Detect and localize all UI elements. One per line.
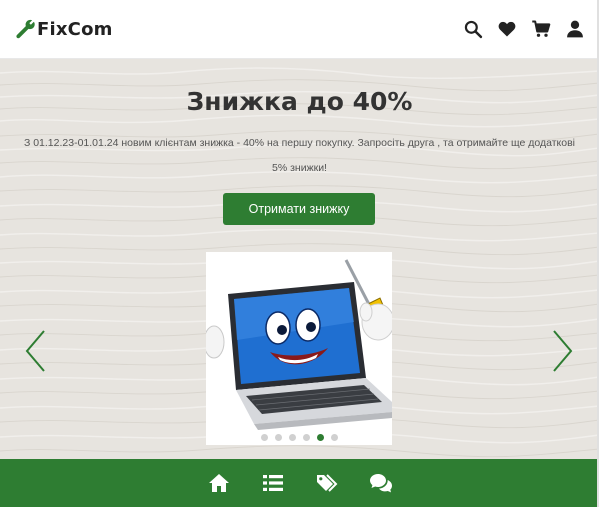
promo-description: З 01.12.23-01.01.24 новим клієнтам знижк… xyxy=(23,137,576,174)
heart-icon[interactable] xyxy=(497,19,517,39)
chevron-left-icon[interactable] xyxy=(24,329,48,373)
bottom-nav xyxy=(0,459,599,507)
carousel-dot[interactable] xyxy=(288,433,296,441)
carousel-dot[interactable] xyxy=(260,433,268,441)
app-frame: FixCom Знижка до 40% З 01.12.23-01.01.24… xyxy=(0,0,599,507)
laptop-illustration xyxy=(206,252,392,445)
promo-title: Знижка до 40% xyxy=(186,87,413,116)
search-icon[interactable] xyxy=(463,19,483,39)
wrench-icon xyxy=(16,19,35,39)
carousel-dot-active[interactable] xyxy=(316,433,324,441)
top-header: FixCom xyxy=(0,0,599,59)
cart-icon[interactable] xyxy=(531,19,551,39)
chevron-right-icon[interactable] xyxy=(550,329,574,373)
list-icon[interactable] xyxy=(261,471,285,495)
home-icon[interactable] xyxy=(207,471,231,495)
carousel-dot[interactable] xyxy=(302,433,310,441)
carousel-dot[interactable] xyxy=(330,433,338,441)
header-actions xyxy=(463,19,585,39)
hero-content: Знижка до 40% З 01.12.23-01.01.24 новим … xyxy=(0,59,599,459)
chat-icon[interactable] xyxy=(369,471,393,495)
carousel-slide[interactable] xyxy=(206,252,392,445)
brand[interactable]: FixCom xyxy=(14,18,113,40)
tags-icon[interactable] xyxy=(315,471,339,495)
carousel-dots xyxy=(206,433,392,441)
get-discount-button[interactable]: Отримати знижку xyxy=(223,193,375,225)
brand-name: FixCom xyxy=(37,18,113,40)
user-icon[interactable] xyxy=(565,19,585,39)
carousel-dot[interactable] xyxy=(274,433,282,441)
promo-hero: Знижка до 40% З 01.12.23-01.01.24 новим … xyxy=(0,59,599,459)
